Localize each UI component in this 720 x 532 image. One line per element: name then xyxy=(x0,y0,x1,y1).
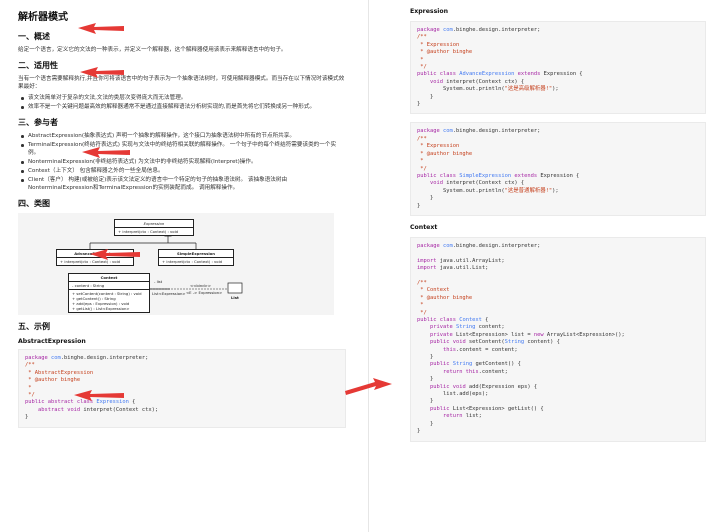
annotation-arrows xyxy=(74,23,392,401)
red-arrow-icon xyxy=(345,378,392,395)
red-arrow-icon xyxy=(80,67,124,78)
red-arrow-icon xyxy=(78,23,124,34)
red-arrow-icon xyxy=(74,390,124,401)
red-arrow-icon xyxy=(82,147,130,158)
red-arrow-icon xyxy=(90,249,140,260)
